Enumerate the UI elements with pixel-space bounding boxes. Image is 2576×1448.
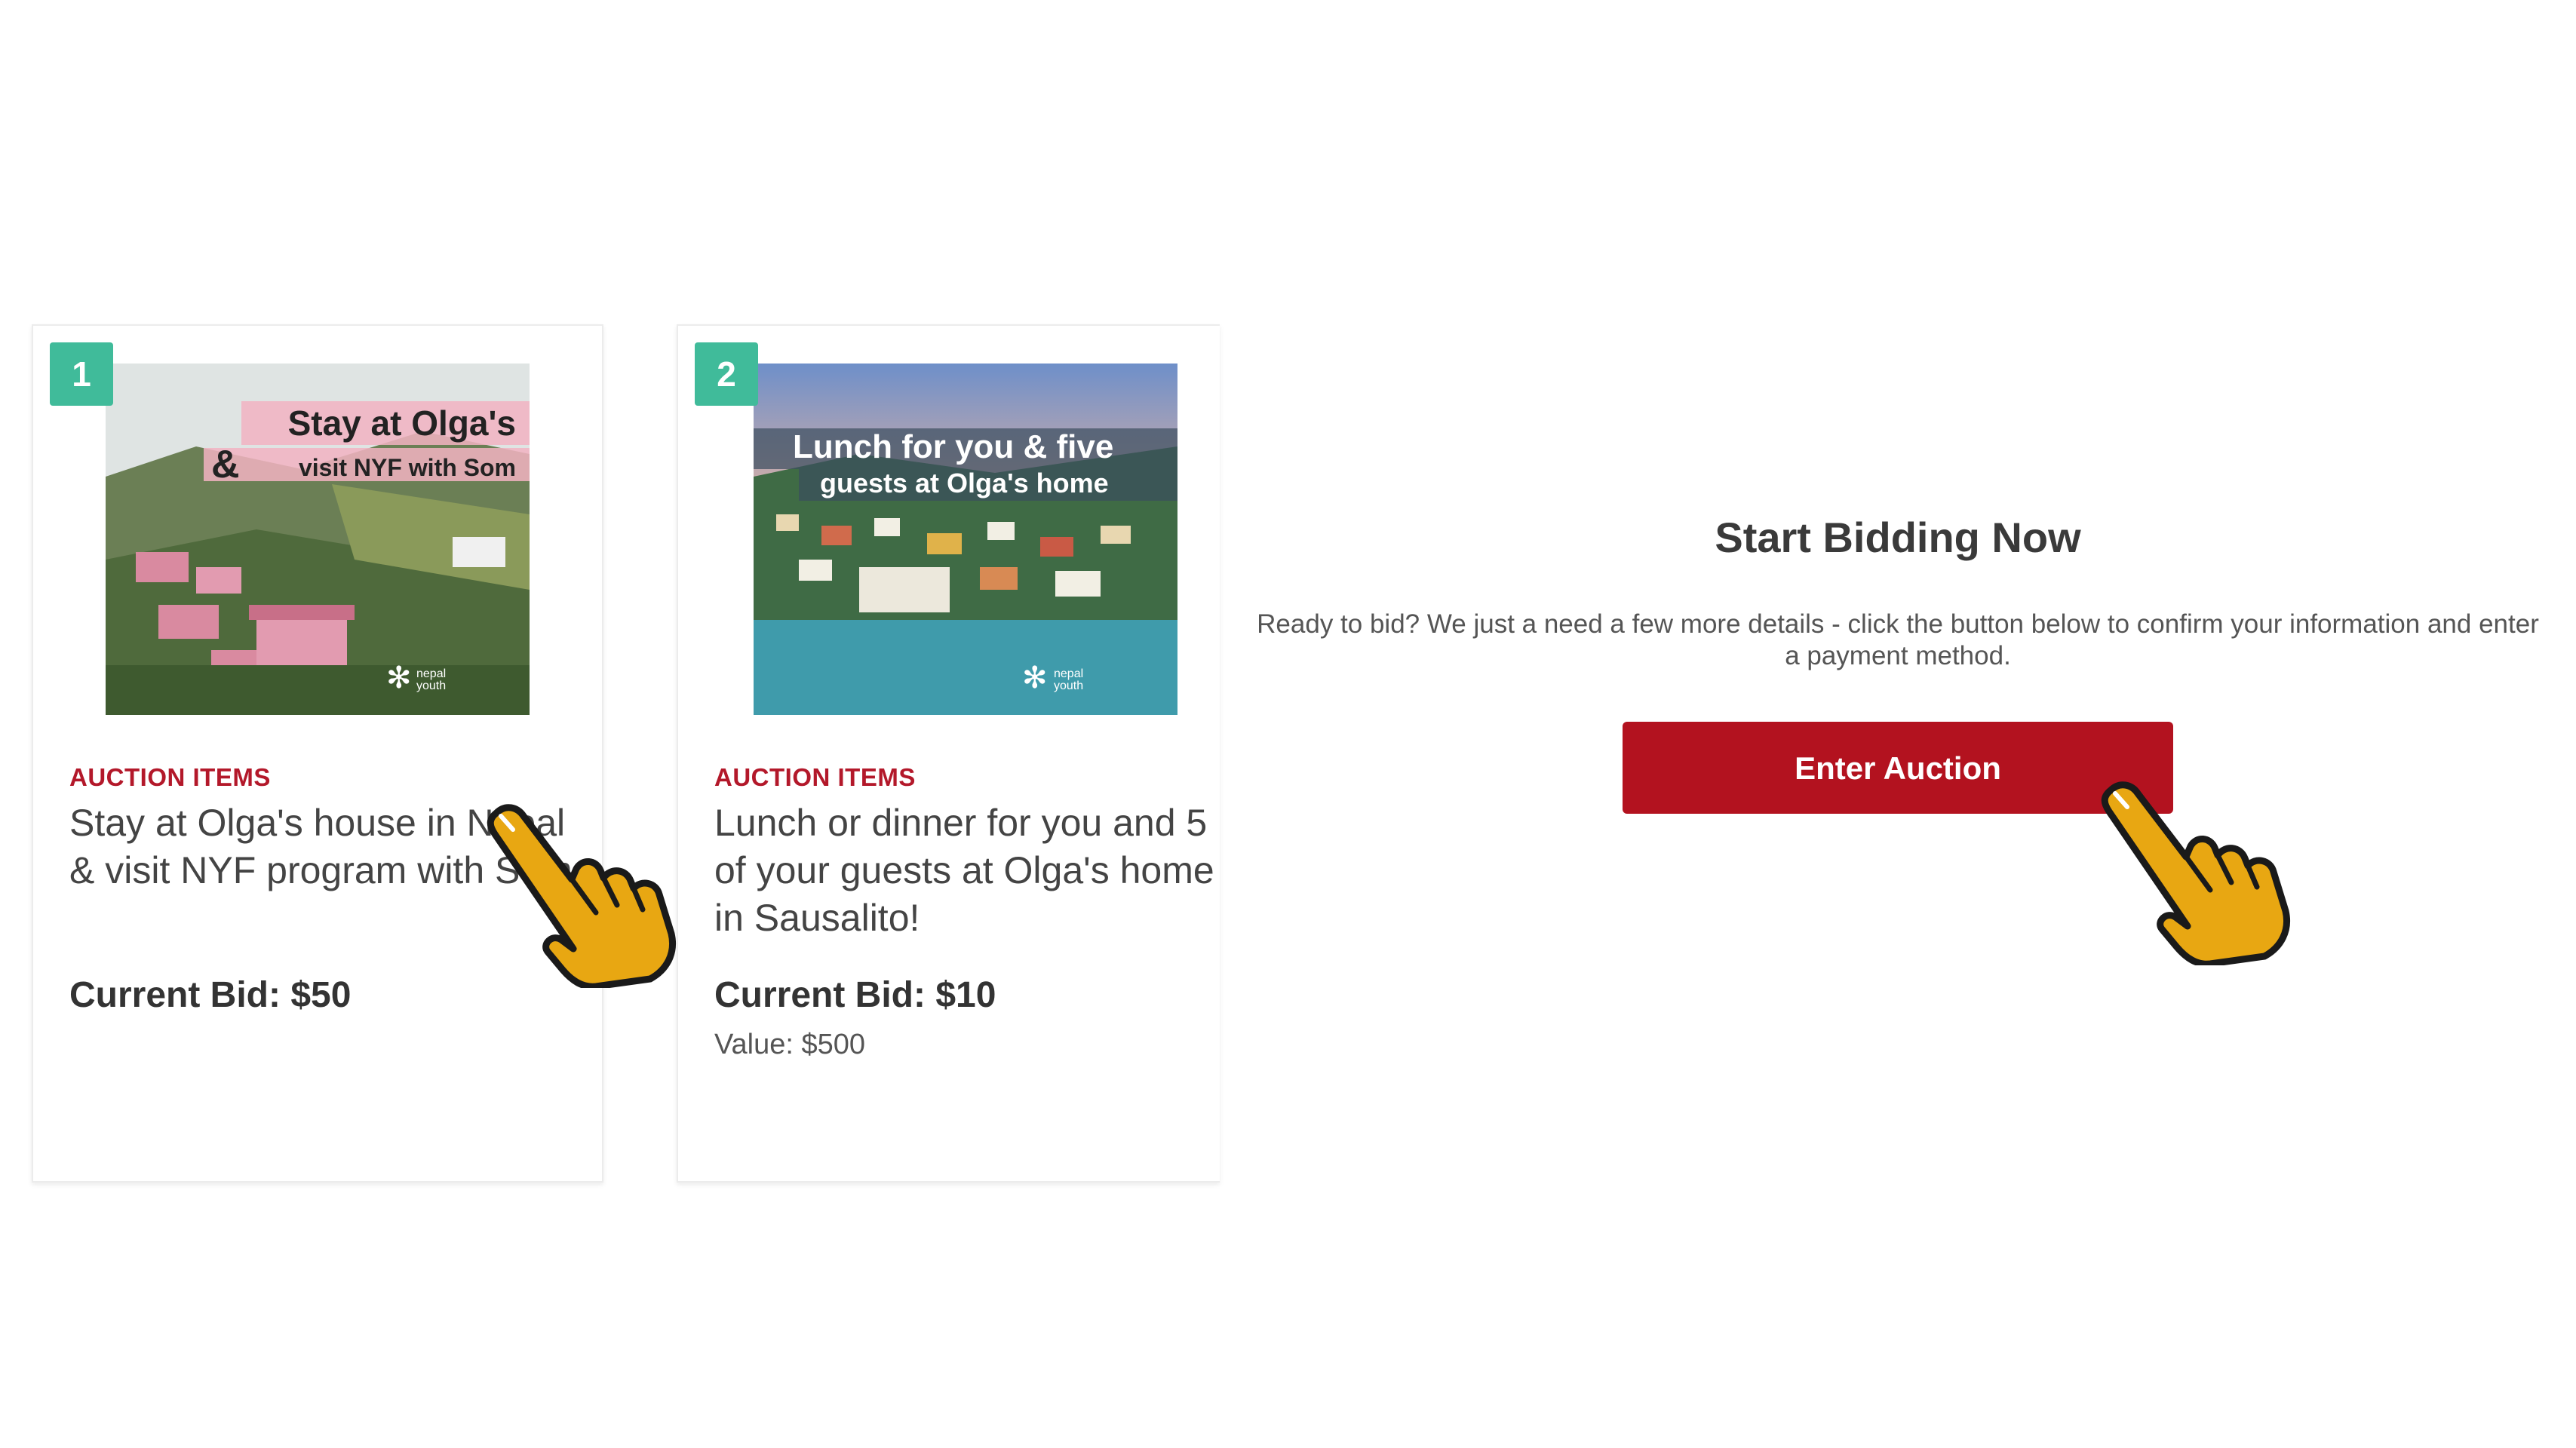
enter-auction-button[interactable]: Enter Auction [1623,722,2173,814]
item-number-badge: 2 [695,342,758,406]
auction-page: 1 Stay at Olga's & visit NYF with Som ✻ … [0,0,2576,1448]
item-image[interactable]: Lunch for you & five guests at Olga's ho… [754,364,1177,715]
image-caption-line1: Stay at Olga's [287,403,516,443]
image-logo-text: nepal youth [1054,667,1084,692]
image-logo-text: nepal youth [416,667,447,692]
pointing-hand-icon [2101,781,2290,965]
item-title[interactable]: Lunch or dinner for you and 5 of your gu… [714,799,1220,942]
item-image[interactable]: Stay at Olga's & visit NYF with Som ✻ ne… [106,364,530,715]
image-caption-amp: & [211,443,240,486]
pointing-hand-icon [487,804,676,988]
current-bid: Current Bid: $50 [69,975,352,1015]
current-bid: Current Bid: $10 [714,975,996,1015]
auction-item-card-1[interactable]: 1 Stay at Olga's & visit NYF with Som ✻ … [32,324,603,1183]
snowflake-logo-icon: ✻ [386,661,412,695]
item-category: AUCTION ITEMS [714,763,916,791]
auction-item-card-2[interactable]: 2 Lunch for you & five guests at Olga's … [677,324,1220,1183]
panel-description: Ready to bid? We just a need a few more … [1257,609,2539,670]
panel-heading: Start Bidding Now [1715,514,2081,561]
image-caption-line2: visit NYF with Som [298,454,516,481]
item-number-badge: 1 [50,342,113,406]
item-value: Value: $500 [714,1029,866,1060]
item-category: AUCTION ITEMS [69,763,271,791]
snowflake-logo-icon: ✻ [1022,661,1048,695]
start-bidding-panel: Start Bidding Now Ready to bid? We just … [1252,513,2544,814]
image-caption-line2: guests at Olga's home [820,468,1109,499]
image-caption-line1: Lunch for you & five [793,428,1114,465]
